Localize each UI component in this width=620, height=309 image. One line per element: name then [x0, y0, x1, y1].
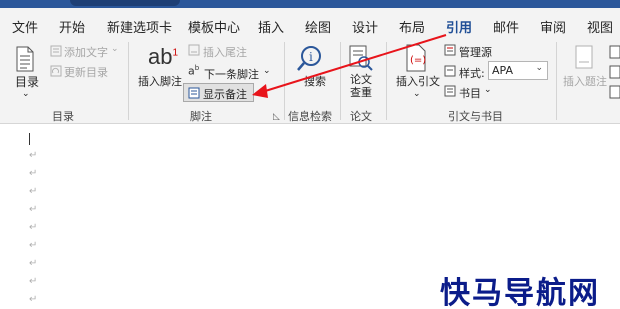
bibliography-icon: [444, 85, 456, 97]
tab-design[interactable]: 设计: [352, 17, 378, 36]
svg-text:(=): (=): [410, 55, 426, 66]
watermark-text: 快马导航网: [440, 276, 600, 309]
group-divider: [386, 42, 387, 120]
tab-draw[interactable]: 绘图: [305, 17, 331, 36]
chevron-down-icon: ⌄: [535, 63, 543, 73]
add-text-icon: [50, 45, 62, 57]
insert-citation-icon: (=): [406, 44, 426, 72]
tab-view[interactable]: 视图: [587, 17, 613, 36]
paragraph-mark: ↵: [29, 258, 38, 269]
paragraph-mark: ↵: [29, 222, 38, 233]
paragraph-mark: ↵: [29, 186, 38, 197]
search-box[interactable]: [70, 0, 180, 6]
tab-home[interactable]: 开始: [59, 17, 85, 36]
insert-caption-button[interactable]: 插入题注: [563, 73, 607, 89]
paragraph-mark: ↵: [29, 204, 38, 215]
style-select-value: APA: [492, 64, 513, 77]
paragraph-mark: ↵: [29, 240, 38, 251]
group-divider: [128, 42, 129, 120]
bibliography-button[interactable]: 书目: [459, 85, 481, 101]
group-label-toc: 目录: [52, 110, 74, 123]
toc-button[interactable]: 目录: [15, 73, 39, 90]
paragraph-mark: ↵: [29, 168, 38, 179]
add-text-button[interactable]: 添加文字: [64, 44, 108, 60]
caption-extra-icons: [609, 45, 620, 99]
chevron-down-icon[interactable]: ⌄: [484, 85, 492, 95]
tab-template-center[interactable]: 模板中心: [188, 17, 240, 36]
insert-citation-button[interactable]: 插入引文: [396, 73, 440, 89]
group-label-paper: 论文: [350, 110, 372, 123]
chevron-down-icon[interactable]: ⌄: [263, 66, 271, 76]
chevron-down-icon[interactable]: ⌄: [413, 89, 421, 99]
text-cursor: [29, 133, 30, 145]
tab-insert[interactable]: 插入: [258, 17, 284, 36]
insert-caption-icon: [575, 45, 593, 69]
group-divider: [556, 42, 557, 120]
group-label-footnotes: 脚注: [190, 110, 212, 123]
paragraph-mark: ↵: [29, 276, 38, 287]
insert-footnote-icon: ab1: [148, 44, 179, 69]
search-icon: i: [297, 46, 321, 71]
dialog-launcher-icon[interactable]: ◺: [273, 112, 280, 122]
svg-text:i: i: [309, 50, 313, 64]
table-of-contents-icon: [16, 46, 34, 72]
group-label-research: 信息检索: [288, 110, 332, 123]
chevron-down-icon[interactable]: ⌄: [22, 89, 30, 99]
style-select[interactable]: APA ⌄: [488, 61, 548, 80]
tab-new-tab[interactable]: 新建选项卡: [107, 17, 172, 36]
update-toc-button[interactable]: 更新目录: [64, 64, 108, 80]
paragraph-mark: ↵: [29, 150, 38, 161]
next-footnote-button[interactable]: 下一条脚注: [204, 66, 259, 82]
next-footnote-icon: ab: [188, 64, 200, 78]
show-notes-icon: [188, 87, 200, 99]
search-button[interactable]: 搜索: [304, 73, 326, 89]
group-divider: [340, 42, 341, 120]
tab-references[interactable]: 引用: [446, 17, 472, 36]
manage-sources-icon: [444, 44, 456, 56]
paper-lookup-button[interactable]: 论文查重: [350, 73, 374, 99]
paragraph-mark: ↵: [29, 294, 38, 305]
group-label-citations: 引文与书目: [448, 110, 503, 123]
tab-review[interactable]: 审阅: [540, 17, 566, 36]
insert-footnote-button[interactable]: 插入脚注: [138, 73, 182, 89]
style-icon: [444, 65, 456, 77]
manage-sources-button[interactable]: 管理源: [459, 44, 492, 60]
paper-check-icon: [349, 45, 373, 71]
tab-file[interactable]: 文件: [12, 17, 38, 36]
tab-layout[interactable]: 布局: [399, 17, 425, 36]
style-label: 样式:: [459, 67, 485, 80]
insert-endnote-icon: [188, 44, 200, 56]
show-notes-button[interactable]: 显示备注: [203, 86, 247, 102]
insert-endnote-button[interactable]: 插入尾注: [203, 44, 247, 60]
update-toc-icon: [50, 65, 62, 77]
tab-mailings[interactable]: 邮件: [493, 17, 519, 36]
ribbon-tab-bar: 文件 开始 新建选项卡 模板中心 插入 绘图 设计 布局 引用 邮件 审阅 视图: [0, 8, 620, 42]
chevron-down-icon: ⌄: [111, 44, 119, 54]
group-divider: [284, 42, 285, 120]
title-bar: [0, 0, 620, 8]
